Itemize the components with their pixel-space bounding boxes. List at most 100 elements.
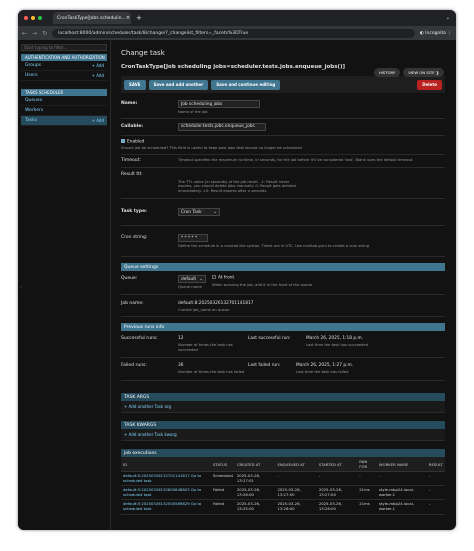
successful-runs-label: Successful runs: (121, 336, 158, 342)
status-cell: Scheduled (211, 471, 235, 487)
add-group-link[interactable]: + Add (92, 63, 104, 68)
col-worker: WORKER NAME (376, 457, 427, 473)
view-on-site-button[interactable]: VIEW ON SITE ❯ (403, 68, 444, 77)
job-executions-header: Job executions (121, 449, 445, 458)
execution-id-link[interactable]: default:5:20250326132701141817 Go to sch… (123, 473, 201, 483)
minimize-window-dot[interactable] (31, 16, 35, 20)
table-header-row: ID STATUS CREATED AT ENQUEUED AT STARTED… (121, 457, 445, 473)
successful-runs-help: Number of times the task has succeeded (178, 343, 233, 352)
execution-id-link[interactable]: default:5:20250326132600848803 Go to sch… (123, 487, 201, 497)
ran-for-cell: - (357, 471, 377, 487)
cron-help: Define the schedule in a crontab like sy… (178, 244, 370, 249)
back-icon[interactable]: ← (22, 30, 27, 37)
worker-cell: style-mbp24.local-worker.1 (376, 499, 427, 515)
sidebar-item-label: Users (25, 73, 38, 78)
close-window-dot[interactable] (24, 16, 28, 20)
close-tab-icon[interactable]: × (126, 15, 130, 21)
field-row-result-ttl: Result ttl: The TTL value (in seconds) o… (121, 168, 445, 200)
sidebar-item-label: Workers (25, 108, 44, 113)
sidebar-item-label: Tasks (25, 118, 38, 123)
queue-help: Queue name (178, 285, 202, 290)
chevron-down-icon: ⌄ (213, 209, 217, 215)
col-result: RESULT (426, 457, 445, 473)
new-tab-icon[interactable]: + (136, 14, 142, 22)
queue-value: default (181, 276, 197, 282)
save-continue-button[interactable]: Save and continue editing (211, 79, 281, 90)
queue-select[interactable]: default ⌄ (178, 275, 206, 284)
sidebar-item-queues[interactable]: Queues (21, 96, 107, 106)
task-type-label: Task type: (121, 209, 147, 215)
ran-for-cell: 21ms (357, 499, 377, 515)
enabled-checkbox[interactable] (121, 138, 125, 143)
last-failed-value: March 26, 2025, 1:27 p.m. (296, 363, 353, 369)
sidebar-item-users[interactable]: Users + Add (21, 71, 107, 81)
failed-runs-label: Failed runs: (121, 363, 147, 369)
history-button[interactable]: HISTORY (373, 68, 401, 77)
col-id: ID (121, 457, 211, 473)
delete-button[interactable]: Delete (417, 79, 442, 90)
last-failed-label: Last failed run: (248, 363, 281, 369)
queue-label: Queue: (121, 276, 138, 282)
ran-for-cell: 21ms (357, 485, 377, 501)
add-task-link[interactable]: + Add (92, 118, 104, 123)
previous-runs-header: Previous runs info (121, 323, 445, 332)
execution-id-link[interactable]: default:5:20250326132500589829 Go to sch… (123, 501, 201, 511)
url-text: localhost:8000/admin/scheduler/task/8/ch… (58, 30, 249, 36)
filter-placeholder: Start typing to filter... (24, 45, 68, 50)
forward-icon[interactable]: → (32, 30, 37, 37)
main-content: Change task HISTORY VIEW ON SITE ❯ CronT… (111, 40, 456, 530)
incognito-badge[interactable]: ◐ Incognito ⋮ (420, 31, 452, 36)
reload-icon[interactable]: ↻ (42, 30, 47, 37)
task-type-value: Cron Task (181, 209, 202, 215)
name-input[interactable]: Job scheduling jobs (178, 100, 260, 108)
failed-runs-value: 36 (178, 363, 184, 369)
col-ran-for: RAN FOR (357, 457, 377, 473)
result-ttl-help: The TTL value (in seconds) of the job re… (178, 179, 296, 193)
at-front-label: At front (218, 275, 235, 281)
result-ttl-label: Result ttl: (121, 171, 143, 177)
field-row-cron: Cron string: * * * * * Define the schedu… (121, 226, 445, 258)
job-name-value: default:8:20250326132701141817 (178, 300, 254, 306)
field-row-callable: Callable: scheduler.tests.jobs.enqueue_j… (121, 119, 445, 136)
save-add-another-button[interactable]: Save and add another (148, 79, 209, 90)
started-cell: 2025-03-26, 13:26:00 (316, 499, 358, 515)
sidebar-item-tasks[interactable]: Tasks + Add (21, 116, 107, 126)
page-title: Change task (121, 49, 165, 57)
col-status: STATUS (211, 457, 235, 473)
sidebar-item-workers[interactable]: Workers (21, 106, 107, 116)
worker-cell: - (376, 471, 427, 487)
module-header-scheduler: TASKS SCHEDULER (21, 89, 107, 96)
incognito-label: Incognito (425, 30, 447, 36)
worker-cell: style-mbp24.local-worker.1 (376, 485, 427, 501)
object-tools: HISTORY VIEW ON SITE ❯ (371, 68, 444, 77)
module-title: TASKS SCHEDULER (25, 90, 64, 95)
enqueued-cell: 2025-03-26, 13:27:00 (275, 485, 317, 501)
last-success-label: Last successful run: (248, 336, 291, 342)
field-row-task-type: Task type: Cron Task ⌄ (121, 199, 445, 227)
sidebar-toggle-icon[interactable]: « (19, 284, 23, 291)
field-row-timeout: Timeout: Timeout specifies the maximum r… (121, 155, 445, 168)
field-row-queue: Queue: default ⌄ Queue name At front When… (121, 271, 445, 295)
enqueued-cell: - (275, 471, 317, 487)
module-title: AUTHENTICATION AND AUTHORIZATION (25, 55, 105, 60)
job-name-help: Current job_name on queue (178, 307, 230, 312)
sidebar-item-label: Queues (25, 98, 43, 103)
successful-runs-value: 12 (178, 336, 184, 342)
chevron-down-icon[interactable]: ⌄ (446, 15, 450, 21)
callable-input[interactable]: scheduler.tests.jobs.enqueue_jobs (178, 122, 266, 131)
maximize-window-dot[interactable] (38, 16, 42, 20)
save-button[interactable]: SAVE (124, 79, 146, 90)
job-executions-table: ID STATUS CREATED AT ENQUEUED AT STARTED… (121, 457, 445, 515)
sidebar-item-groups[interactable]: Groups + Add (21, 61, 107, 71)
col-enqueued: ENQUEUED AT (275, 457, 317, 473)
field-row-failed: Failed runs: 36 Number of times the task… (121, 358, 445, 382)
add-task-arg-link[interactable]: + Add another Task arg (121, 401, 445, 414)
browser-tab[interactable]: CronTaskType[Jobs schedulin... × (53, 12, 131, 24)
add-task-kwarg-link[interactable]: + Add another Task kwarg (121, 429, 445, 442)
cron-input[interactable]: * * * * * (178, 234, 208, 243)
sidebar-filter-input[interactable]: Start typing to filter... (21, 44, 107, 51)
url-field[interactable]: localhost:8000/admin/scheduler/task/8/ch… (52, 28, 415, 38)
task-type-select[interactable]: Cron Task ⌄ (178, 208, 220, 217)
at-front-checkbox[interactable] (212, 275, 216, 280)
add-user-link[interactable]: + Add (92, 73, 104, 78)
